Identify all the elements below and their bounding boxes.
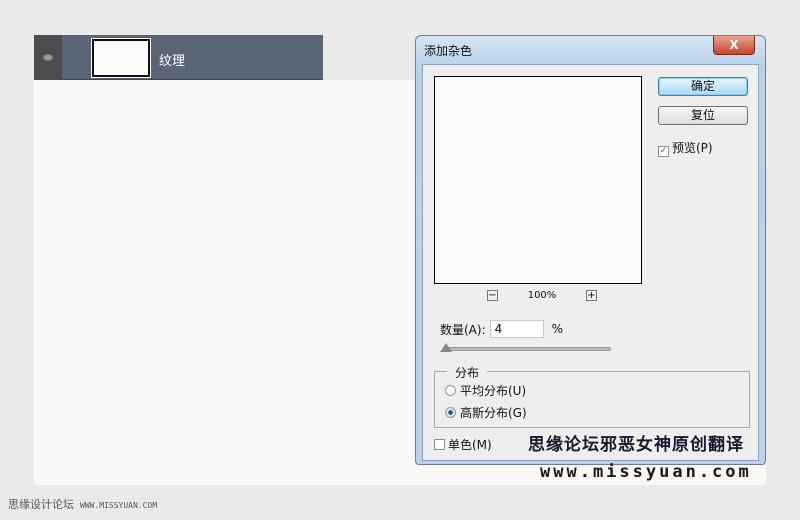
add-noise-dialog: 添加杂色 X − 100% + 确定 复位 ✓预览(P) 数量(A): % 分布… bbox=[415, 35, 766, 465]
uniform-radio[interactable]: 平均分布(U) bbox=[445, 382, 526, 399]
close-button[interactable]: X bbox=[713, 36, 755, 55]
dialog-body: − 100% + 确定 复位 ✓预览(P) 数量(A): % 分布 平均分布(U… bbox=[422, 64, 759, 461]
dialog-title: 添加杂色 bbox=[424, 44, 473, 58]
distribution-label: 分布 bbox=[447, 364, 488, 381]
layer-thumbnail bbox=[91, 38, 151, 78]
footer-url: WWW.MISSYUAN.COM bbox=[80, 501, 158, 510]
reset-button[interactable]: 复位 bbox=[658, 106, 748, 125]
preview-label: 预览(P) bbox=[672, 141, 713, 155]
radio-selected-icon bbox=[445, 407, 456, 418]
monochrome-label: 单色(M) bbox=[448, 438, 492, 452]
checkbox-icon bbox=[434, 439, 445, 450]
radio-icon bbox=[445, 385, 456, 396]
layer-name: 纹理 bbox=[159, 54, 186, 69]
footer: 思缘设计论坛 WWW.MISSYUAN.COM bbox=[8, 496, 157, 512]
preview-checkbox[interactable]: ✓ 预览(P) bbox=[658, 139, 713, 157]
amount-label: 数量(A): bbox=[440, 322, 486, 337]
ok-button[interactable]: 确定 bbox=[658, 77, 748, 96]
monochrome-checkbox[interactable]: 单色(M) bbox=[434, 436, 492, 453]
amount-row: 数量(A): % bbox=[440, 320, 563, 338]
distribution-group: 分布 平均分布(U) 高斯分布(G) bbox=[434, 364, 750, 428]
layer-row[interactable]: 纹理 bbox=[34, 35, 323, 80]
slider-thumb[interactable] bbox=[440, 343, 452, 352]
zoom-controls: − 100% + bbox=[487, 290, 597, 301]
gaussian-label: 高斯分布(G) bbox=[460, 406, 527, 420]
zoom-in-button[interactable]: + bbox=[586, 290, 597, 301]
amount-unit: % bbox=[551, 322, 564, 336]
zoom-out-button[interactable]: − bbox=[487, 290, 498, 301]
footer-site: 思缘设计论坛 bbox=[8, 498, 74, 511]
amount-slider[interactable] bbox=[440, 343, 611, 352]
preview-area[interactable] bbox=[434, 76, 642, 284]
checkmark-icon: ✓ bbox=[658, 146, 669, 157]
watermark-title: 思缘论坛邪恶女神原创翻译 bbox=[528, 435, 744, 455]
zoom-level: 100% bbox=[527, 290, 557, 301]
gaussian-radio[interactable]: 高斯分布(G) bbox=[445, 404, 527, 421]
uniform-label: 平均分布(U) bbox=[460, 384, 527, 398]
watermark-url: www.missyuan.com bbox=[540, 462, 752, 482]
visibility-toggle[interactable] bbox=[34, 35, 62, 80]
eye-icon bbox=[43, 54, 53, 61]
amount-input[interactable] bbox=[489, 320, 544, 338]
